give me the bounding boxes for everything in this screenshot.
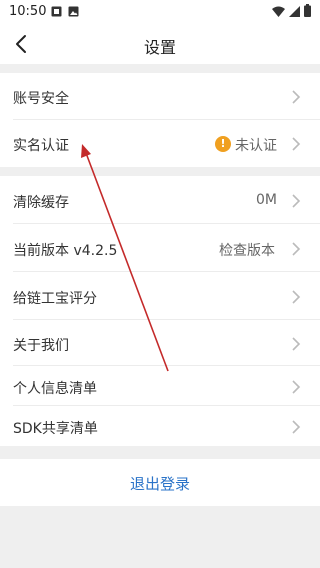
auth-status-value: 未认证: [235, 138, 277, 154]
clear-cache-label: 清除缓存: [13, 195, 69, 211]
chevron-right-icon: [292, 290, 301, 304]
sdk-share-list-label: SDK共享清单: [13, 421, 98, 437]
account-security-label: 账号安全: [13, 91, 69, 107]
page-title: 设置: [143, 38, 176, 57]
chevron-right-icon: [292, 420, 301, 434]
about-us-item[interactable]: 关于我们: [0, 320, 320, 366]
settings-group-general: 清除缓存 0M 当前版本 v4.2.5 检查版本 给链工宝评分 关于我们 个人信…: [0, 176, 320, 446]
status-time: 10:50: [9, 4, 47, 19]
warning-icon: !: [215, 136, 231, 152]
chevron-right-icon: [292, 137, 301, 151]
settings-group-account: 账号安全 实名认证 ! 未认证: [0, 73, 320, 167]
current-version-item[interactable]: 当前版本 v4.2.5 检查版本: [0, 224, 320, 272]
real-name-auth-item[interactable]: 实名认证 ! 未认证: [0, 120, 320, 167]
sdk-share-list-item[interactable]: SDK共享清单: [0, 406, 320, 446]
check-version-value: 检查版本: [219, 243, 275, 259]
chevron-right-icon: [292, 380, 301, 394]
wifi-icon: [272, 6, 285, 17]
account-security-item[interactable]: 账号安全: [0, 73, 320, 120]
personal-info-list-item[interactable]: 个人信息清单: [0, 366, 320, 406]
chevron-right-icon: [292, 194, 301, 208]
battery-icon: [304, 4, 311, 17]
about-us-label: 关于我们: [13, 338, 69, 354]
rate-app-item[interactable]: 给链工宝评分: [0, 272, 320, 320]
signal-icon: [289, 6, 300, 17]
logout-button[interactable]: 退出登录: [0, 459, 320, 506]
clear-cache-item[interactable]: 清除缓存 0M: [0, 176, 320, 224]
personal-info-list-label: 个人信息清单: [13, 381, 97, 397]
real-name-auth-label: 实名认证: [13, 138, 69, 154]
chevron-right-icon: [292, 337, 301, 351]
logout-label: 退出登录: [129, 475, 190, 493]
nav-bar: 设置: [0, 24, 320, 64]
cache-size-value: 0M: [256, 192, 277, 208]
status-bar: 10:50: [0, 0, 320, 24]
rate-app-label: 给链工宝评分: [13, 291, 97, 307]
current-version-label: 当前版本 v4.2.5: [13, 243, 118, 259]
notification-icon: [51, 6, 62, 17]
chevron-right-icon: [292, 242, 301, 256]
chevron-right-icon: [292, 90, 301, 104]
image-icon: [68, 6, 79, 17]
